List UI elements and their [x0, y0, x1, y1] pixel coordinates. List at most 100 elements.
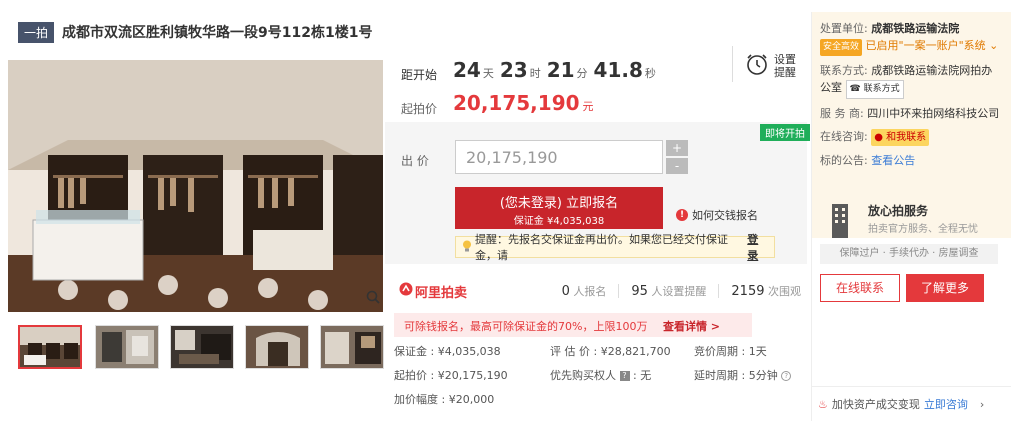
ali-logo-icon	[399, 282, 413, 300]
consult-now-link[interactable]: 立即咨询	[924, 396, 968, 412]
chat-button[interactable]: ● 和我联系	[871, 129, 930, 146]
signup-deposit: 保证金 ¥4,035,038	[513, 216, 605, 227]
assurance-service[interactable]: 放心拍服务 拍卖官方服务、全程无忧	[820, 200, 1000, 240]
building-icon	[826, 202, 854, 238]
contact-button[interactable]: ☎ 联系方式	[845, 80, 904, 99]
service-value: 四川中环来拍网络科技公司	[867, 107, 1000, 120]
asset-consult-bar[interactable]: ♨ 加快资产成交变现 立即咨询 ›	[818, 396, 984, 412]
contact-info: 联系方式: 成都铁路运输法院网拍办公室 ☎ 联系方式	[820, 62, 1003, 99]
priority-info: 优先购买权人 ? : 无	[550, 369, 652, 382]
reminders-label: 人设置提醒	[651, 285, 707, 298]
views-stat: 2159 次围观	[731, 283, 801, 299]
status-badge: 即将开拍	[760, 124, 810, 141]
promo-details-link[interactable]: 查看详情 >	[663, 320, 720, 333]
chevron-right-icon[interactable]: ›	[980, 398, 984, 411]
bid-stepper: + -	[666, 140, 688, 174]
view-notice-link[interactable]: 查看公告	[871, 154, 915, 167]
auction-round-tag: 一拍	[18, 21, 55, 43]
signup-hint: 提醒：先报名交保证金再出价。如果您已经交付保证金，请 登录	[455, 233, 775, 262]
countdown-seconds: 41.8	[593, 58, 643, 82]
countdown-hours: 23	[499, 58, 528, 82]
remind-line2: 提醒	[774, 65, 796, 79]
assurance-subtitle: 拍卖官方服务、全程无忧	[868, 224, 978, 235]
promo-text: 可除钱报名，最高可除保证金的70%，上限100万	[404, 320, 648, 333]
countdown-minutes: 21	[546, 58, 575, 82]
minutes-unit: 分	[576, 67, 588, 80]
chat-label: 和我联系	[886, 132, 927, 143]
deposit-info: 保证金 : ¥4,035,038	[394, 345, 501, 358]
views-label: 次围观	[768, 285, 801, 298]
consult-key: 在线咨询:	[820, 130, 868, 143]
guarantee-strip: 保障过户 · 手续代办 · 房屋调查	[820, 244, 998, 264]
bulb-icon	[462, 240, 472, 255]
bid-label: 出 价	[401, 154, 429, 168]
info-icon: !	[676, 209, 688, 221]
start-price-value: 20,175,190	[453, 91, 580, 115]
assurance-title: 放心拍服务	[868, 204, 929, 218]
reminders-stat: 95 人设置提醒	[631, 283, 706, 299]
reminders-count: 95	[631, 284, 648, 299]
appraisal-info: 评 估 价 : ¥28,821,700	[550, 345, 671, 358]
thumbnail-5[interactable]	[320, 325, 384, 369]
stats-row: 阿里拍卖 0 人报名 95 人设置提醒 2159 次围观	[385, 276, 805, 306]
how-to-signup-link[interactable]: ! 如何交钱报名	[676, 207, 758, 223]
start-price: 20,175,190 元	[453, 91, 594, 115]
start-price-unit: 元	[582, 100, 594, 113]
service-provider: 服 务 商: 四川中环来拍网络科技公司	[820, 105, 1003, 122]
sidebar-divider	[811, 386, 1011, 387]
account-system: 安全高效 已启用"一案一账户"系统 ⌄	[820, 37, 1003, 56]
cycle-info: 竞价周期 : 1天	[694, 345, 767, 358]
thumbnail-1[interactable]	[18, 325, 82, 369]
signups-count: 0	[561, 284, 570, 299]
learn-more-button[interactable]: 了解更多	[906, 274, 984, 302]
chevron-down-icon[interactable]: ⌄	[989, 39, 998, 52]
priority-label: 优先购买权人	[550, 369, 616, 382]
bid-amount-input[interactable]: 20,175,190	[455, 140, 663, 174]
signup-button[interactable]: (您未登录) 立即报名 保证金 ¥4,035,038	[455, 187, 663, 229]
increase-bid-button[interactable]: +	[666, 140, 688, 156]
loan-promo: 可除钱报名，最高可除保证金的70%，上限100万 查看详情 >	[394, 313, 752, 337]
disposal-unit: 处置单位: 成都铁路运输法院	[820, 20, 1003, 37]
page-title: 成都市双流区胜利镇牧华路一段9号112栋1楼1号	[62, 25, 373, 41]
start-price-label: 起拍价	[401, 102, 438, 116]
delay-info: 延时周期 : 5分钟 ?	[694, 367, 792, 383]
thumbnail-3[interactable]	[170, 325, 234, 369]
main-photo[interactable]	[8, 60, 383, 312]
decrease-bid-button[interactable]: -	[666, 158, 688, 174]
online-contact-button[interactable]: 在线联系	[820, 274, 900, 302]
ali-auction-logo: 阿里拍卖	[399, 282, 467, 301]
remind-line1: 设置	[774, 52, 796, 66]
timer-divider	[732, 46, 733, 82]
thumbnail-2[interactable]	[95, 325, 159, 369]
notice-key: 标的公告:	[820, 154, 868, 167]
priority-value: 无	[640, 369, 652, 382]
fire-icon: ♨	[818, 397, 828, 411]
ali-logo-text: 阿里拍卖	[415, 285, 468, 301]
set-reminder-button[interactable]: 设置 提醒	[746, 52, 796, 79]
increment-info: 加价幅度 : ¥20,000	[394, 393, 495, 406]
delay-text: 延时周期 : 5分钟	[694, 369, 778, 382]
phone-icon: ☎	[849, 84, 861, 94]
zoom-icon[interactable]	[366, 290, 380, 304]
countdown: 24 天 23 时 21 分 41.8 秒	[453, 58, 656, 82]
enabled-text: 已启用"一案一账户"系统	[865, 39, 986, 52]
views-count: 2159	[731, 284, 765, 299]
help-icon[interactable]: ?	[781, 371, 792, 381]
service-key: 服 务 商:	[820, 107, 864, 120]
signups-stat: 0 人报名	[562, 283, 607, 299]
how-to-label: 如何交钱报名	[692, 209, 758, 222]
title-bar: 一拍 成都市双流区胜利镇牧华路一段9号112栋1楼1号	[18, 21, 372, 43]
thumbnail-4[interactable]	[245, 325, 309, 369]
bottom-text: 加快资产成交变现	[831, 398, 920, 411]
login-link[interactable]: 登录	[747, 231, 768, 263]
contact-btn-label: 联系方式	[863, 84, 900, 94]
seconds-unit: 秒	[644, 67, 656, 80]
timer-label: 距开始	[401, 68, 438, 82]
unit-value[interactable]: 成都铁路运输法院	[871, 22, 959, 35]
question-icon[interactable]: ?	[619, 371, 630, 381]
hours-unit: 时	[529, 67, 541, 80]
safe-badge: 安全高效	[820, 39, 863, 56]
days-unit: 天	[482, 67, 494, 80]
signup-label: (您未登录) 立即报名	[499, 196, 619, 211]
countdown-days: 24	[453, 58, 481, 82]
